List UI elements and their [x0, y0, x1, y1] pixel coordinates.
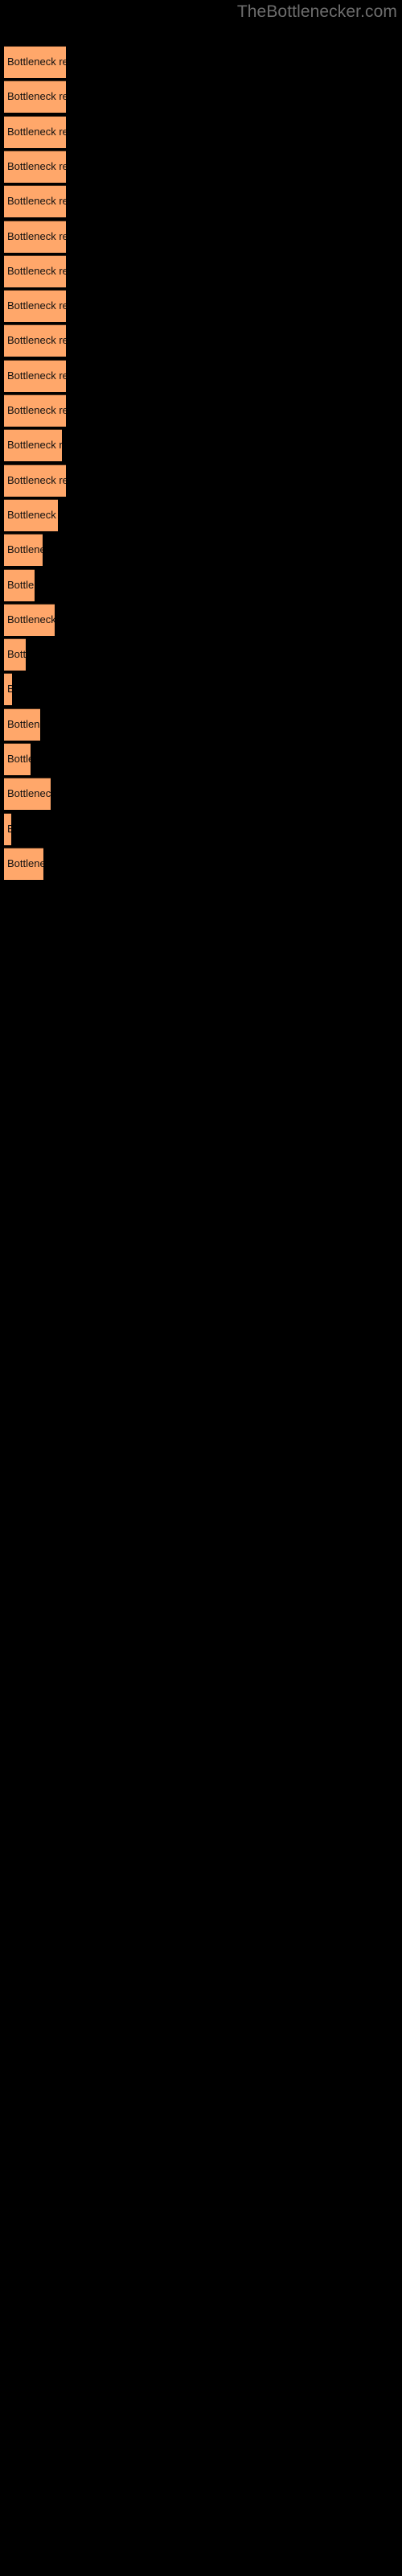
bar	[4, 812, 11, 845]
bar	[4, 115, 66, 148]
bar	[4, 80, 66, 114]
bar	[4, 847, 43, 880]
bar	[4, 394, 66, 427]
bar	[4, 498, 58, 531]
bar-series: Bottleneck resultBottleneck resultBottle…	[0, 0, 402, 2576]
bar	[4, 46, 66, 78]
bar	[4, 220, 66, 253]
bar	[4, 778, 51, 811]
bar	[4, 185, 66, 218]
bar	[4, 464, 66, 497]
bar	[4, 568, 35, 601]
bar	[4, 254, 66, 287]
bar	[4, 708, 40, 741]
bar	[4, 429, 62, 462]
bar	[4, 150, 66, 183]
bar	[4, 603, 55, 636]
bar	[4, 359, 66, 392]
bar	[4, 534, 43, 567]
bottleneck-chart: TheBottlenecker.com Bottleneck resultBot…	[0, 0, 402, 2576]
bar	[4, 638, 26, 671]
bar	[4, 290, 66, 323]
bar	[4, 743, 31, 775]
bar	[4, 673, 12, 706]
bar	[4, 324, 66, 357]
